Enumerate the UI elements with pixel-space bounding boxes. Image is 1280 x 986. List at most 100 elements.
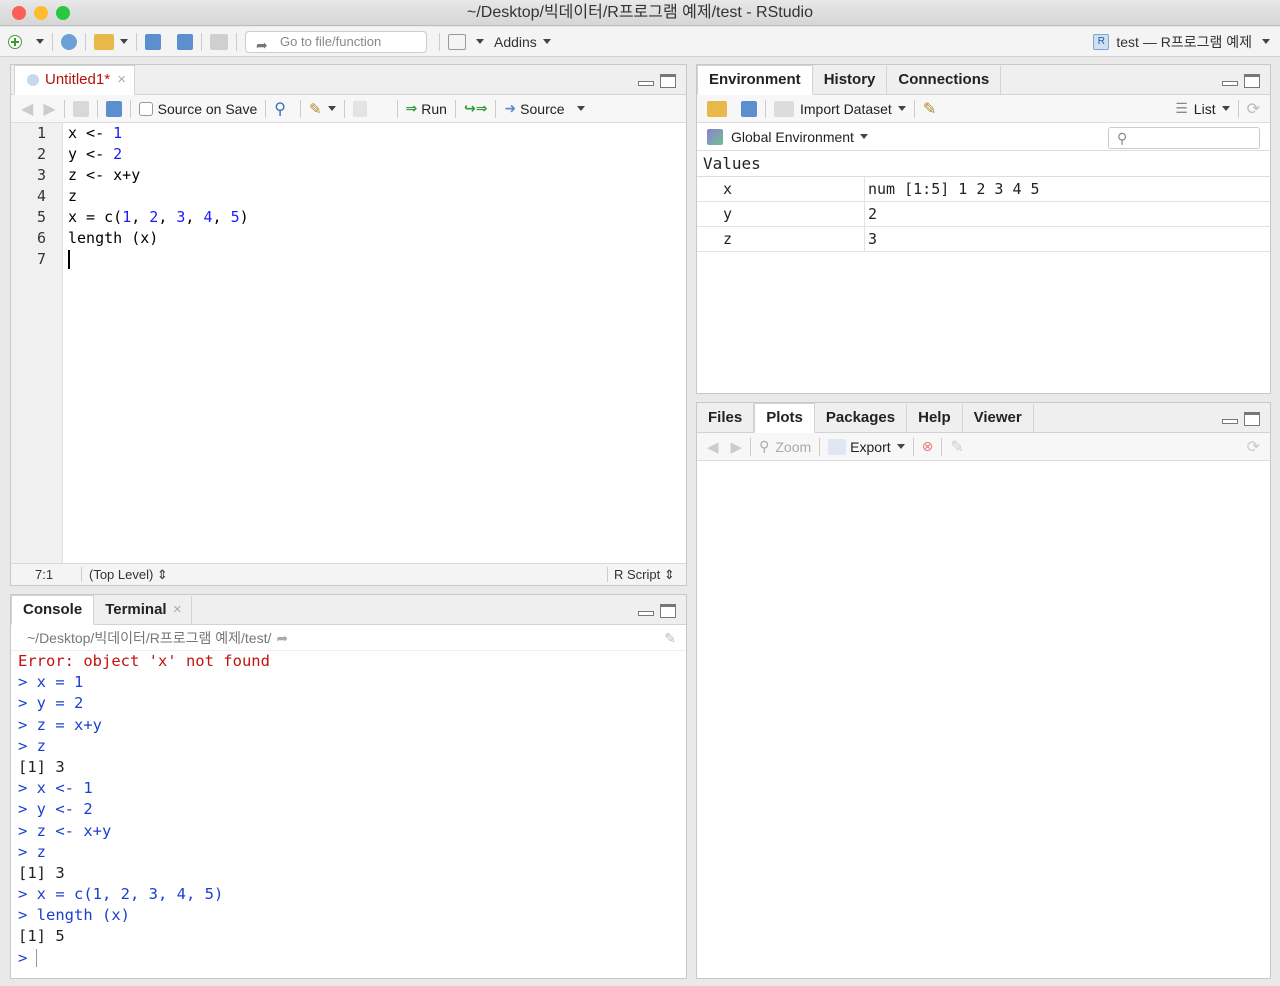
save-button[interactable] bbox=[145, 33, 161, 50]
save-file-icon[interactable] bbox=[105, 100, 122, 117]
source-button[interactable]: ➜ Source bbox=[504, 100, 585, 117]
project-icon bbox=[61, 33, 77, 50]
table-row[interactable]: x num [1:5] 1 2 3 4 5 bbox=[697, 177, 1270, 202]
load-workspace-icon[interactable] bbox=[707, 100, 727, 117]
tab-files[interactable]: Files bbox=[697, 404, 755, 432]
editor-toolbar: ◀ ▶ Source on Save ⚲ ✎ ⇒ Run ↪⇒ ➜ Source bbox=[11, 95, 686, 123]
minimize-pane-icon[interactable] bbox=[1222, 419, 1238, 424]
console-cursor bbox=[36, 949, 38, 968]
previous-plot-icon[interactable]: ◀ bbox=[707, 438, 719, 456]
compile-report-icon[interactable] bbox=[352, 100, 367, 117]
cursor-position: 7:1 bbox=[35, 567, 54, 582]
folder-icon bbox=[94, 33, 114, 50]
goto-file-input[interactable]: ➦ Go to file/function bbox=[245, 30, 427, 53]
plot-area bbox=[697, 462, 1270, 978]
clear-console-icon[interactable]: ✎ bbox=[664, 625, 676, 651]
code-line[interactable]: x <- 1 bbox=[68, 123, 249, 144]
minimize-pane-icon[interactable] bbox=[1222, 81, 1238, 86]
tab-history[interactable]: History bbox=[813, 66, 888, 94]
console-path-bar: ~/Desktop/빅데이터/R프로그램 예제/test/ ➦ ✎ bbox=[11, 625, 686, 651]
clear-plots-icon[interactable]: ✎ bbox=[950, 437, 963, 457]
minimize-pane-icon[interactable] bbox=[638, 81, 654, 86]
code-line[interactable] bbox=[68, 249, 249, 270]
editor-window-controls[interactable] bbox=[638, 74, 676, 88]
tab-terminal[interactable]: Terminal × bbox=[94, 596, 192, 624]
next-plot-icon[interactable]: ▶ bbox=[731, 438, 743, 456]
save-workspace-icon[interactable] bbox=[741, 100, 757, 117]
project-menu[interactable]: R test — R프로그램 예제 bbox=[1093, 32, 1270, 52]
forward-icon[interactable]: ▶ bbox=[43, 99, 55, 119]
print-button[interactable] bbox=[210, 33, 228, 50]
maximize-pane-icon[interactable] bbox=[1244, 412, 1260, 426]
code-editor[interactable]: x <- 1 y <- 2 z <- x+y z x = c(1, 2, 3, … bbox=[68, 123, 249, 270]
window-controls[interactable] bbox=[12, 6, 70, 20]
close-tab-icon[interactable]: × bbox=[117, 66, 126, 93]
line-number: 6 bbox=[36, 229, 46, 247]
minimize-pane-icon[interactable] bbox=[638, 611, 654, 616]
goto-directory-icon[interactable]: ➦ bbox=[276, 630, 288, 646]
values-section-header: Values bbox=[697, 151, 1270, 177]
maximize-pane-icon[interactable] bbox=[1244, 74, 1260, 88]
tab-viewer[interactable]: Viewer bbox=[963, 404, 1034, 432]
console-output[interactable]: Error: object 'x' not found > x = 1 > y = … bbox=[18, 651, 270, 969]
environment-window-controls[interactable] bbox=[1222, 74, 1260, 88]
files-window-controls[interactable] bbox=[1222, 412, 1260, 426]
code-line[interactable]: z <- x+y bbox=[68, 165, 249, 186]
variable-value: 3 bbox=[868, 230, 878, 248]
save-icon bbox=[145, 33, 161, 50]
new-file-button[interactable] bbox=[8, 34, 44, 49]
export-button[interactable]: Export bbox=[828, 438, 905, 455]
tab-connections[interactable]: Connections bbox=[887, 66, 1002, 94]
tab-console[interactable]: Console bbox=[11, 595, 95, 625]
refresh-icon[interactable]: ⟳ bbox=[1247, 437, 1260, 457]
close-tab-icon[interactable]: × bbox=[173, 596, 182, 623]
tab-environment[interactable]: Environment bbox=[697, 65, 813, 95]
list-view-menu[interactable]: ☰ List bbox=[1175, 100, 1230, 117]
environment-search-input[interactable]: ⚲ bbox=[1108, 127, 1260, 149]
rerun-icon[interactable]: ↪⇒ bbox=[464, 100, 487, 117]
refresh-icon[interactable]: ⟳ bbox=[1247, 99, 1260, 119]
source-on-save-checkbox[interactable]: Source on Save bbox=[138, 101, 257, 117]
maximize-pane-icon[interactable] bbox=[660, 74, 676, 88]
run-arrow-icon: ⇒ bbox=[405, 100, 418, 116]
tab-packages[interactable]: Packages bbox=[815, 404, 908, 432]
arrow-icon: ➦ bbox=[256, 36, 268, 53]
table-row[interactable]: z3 bbox=[697, 227, 1270, 252]
text-cursor bbox=[68, 250, 70, 269]
open-file-button[interactable] bbox=[94, 33, 128, 50]
show-in-window-icon[interactable] bbox=[72, 100, 89, 117]
pane-layout-button[interactable] bbox=[448, 33, 484, 50]
back-icon[interactable]: ◀ bbox=[21, 99, 33, 119]
zoom-window-icon[interactable] bbox=[56, 6, 70, 20]
remove-plot-icon[interactable]: ⊗ bbox=[922, 438, 934, 455]
tab-help[interactable]: Help bbox=[907, 404, 963, 432]
maximize-pane-icon[interactable] bbox=[660, 604, 676, 618]
code-line[interactable]: z bbox=[68, 186, 249, 207]
new-project-button[interactable] bbox=[61, 33, 77, 50]
search-icon[interactable]: ⚲ bbox=[274, 99, 286, 119]
console-line: > z bbox=[18, 736, 46, 755]
table-row[interactable]: y2 bbox=[697, 202, 1270, 227]
working-directory[interactable]: ~/Desktop/빅데이터/R프로그램 예제/test/ bbox=[27, 630, 271, 646]
code-line[interactable]: x = c(1, 2, 3, 4, 5) bbox=[68, 207, 249, 228]
console-window-controls[interactable] bbox=[638, 604, 676, 618]
tab-untitled1[interactable]: Untitled1* × bbox=[14, 65, 136, 95]
tab-plots[interactable]: Plots bbox=[754, 403, 815, 433]
addins-menu[interactable]: Addins bbox=[494, 34, 551, 50]
magic-wand-icon[interactable]: ✎ bbox=[309, 100, 322, 118]
save-all-button[interactable] bbox=[177, 33, 193, 50]
global-environment-menu[interactable]: Global Environment bbox=[707, 128, 868, 145]
file-type-menu[interactable]: R Script ⇕ bbox=[614, 564, 675, 585]
close-window-icon[interactable] bbox=[12, 6, 26, 20]
console-line: [1] 3 bbox=[18, 757, 65, 776]
scope-menu[interactable]: (Top Level) ⇕ bbox=[89, 564, 168, 585]
code-line[interactable]: length (x) bbox=[68, 228, 249, 249]
zoom-button[interactable]: ⚲ Zoom bbox=[759, 438, 811, 455]
import-dataset-button[interactable]: Import Dataset bbox=[774, 100, 906, 117]
code-line[interactable]: y <- 2 bbox=[68, 144, 249, 165]
table-icon bbox=[774, 100, 794, 117]
run-button[interactable]: ⇒ Run bbox=[406, 100, 447, 117]
broom-icon[interactable]: ✎ bbox=[923, 99, 936, 119]
list-icon: ☰ bbox=[1175, 100, 1188, 116]
minimize-window-icon[interactable] bbox=[34, 6, 48, 20]
